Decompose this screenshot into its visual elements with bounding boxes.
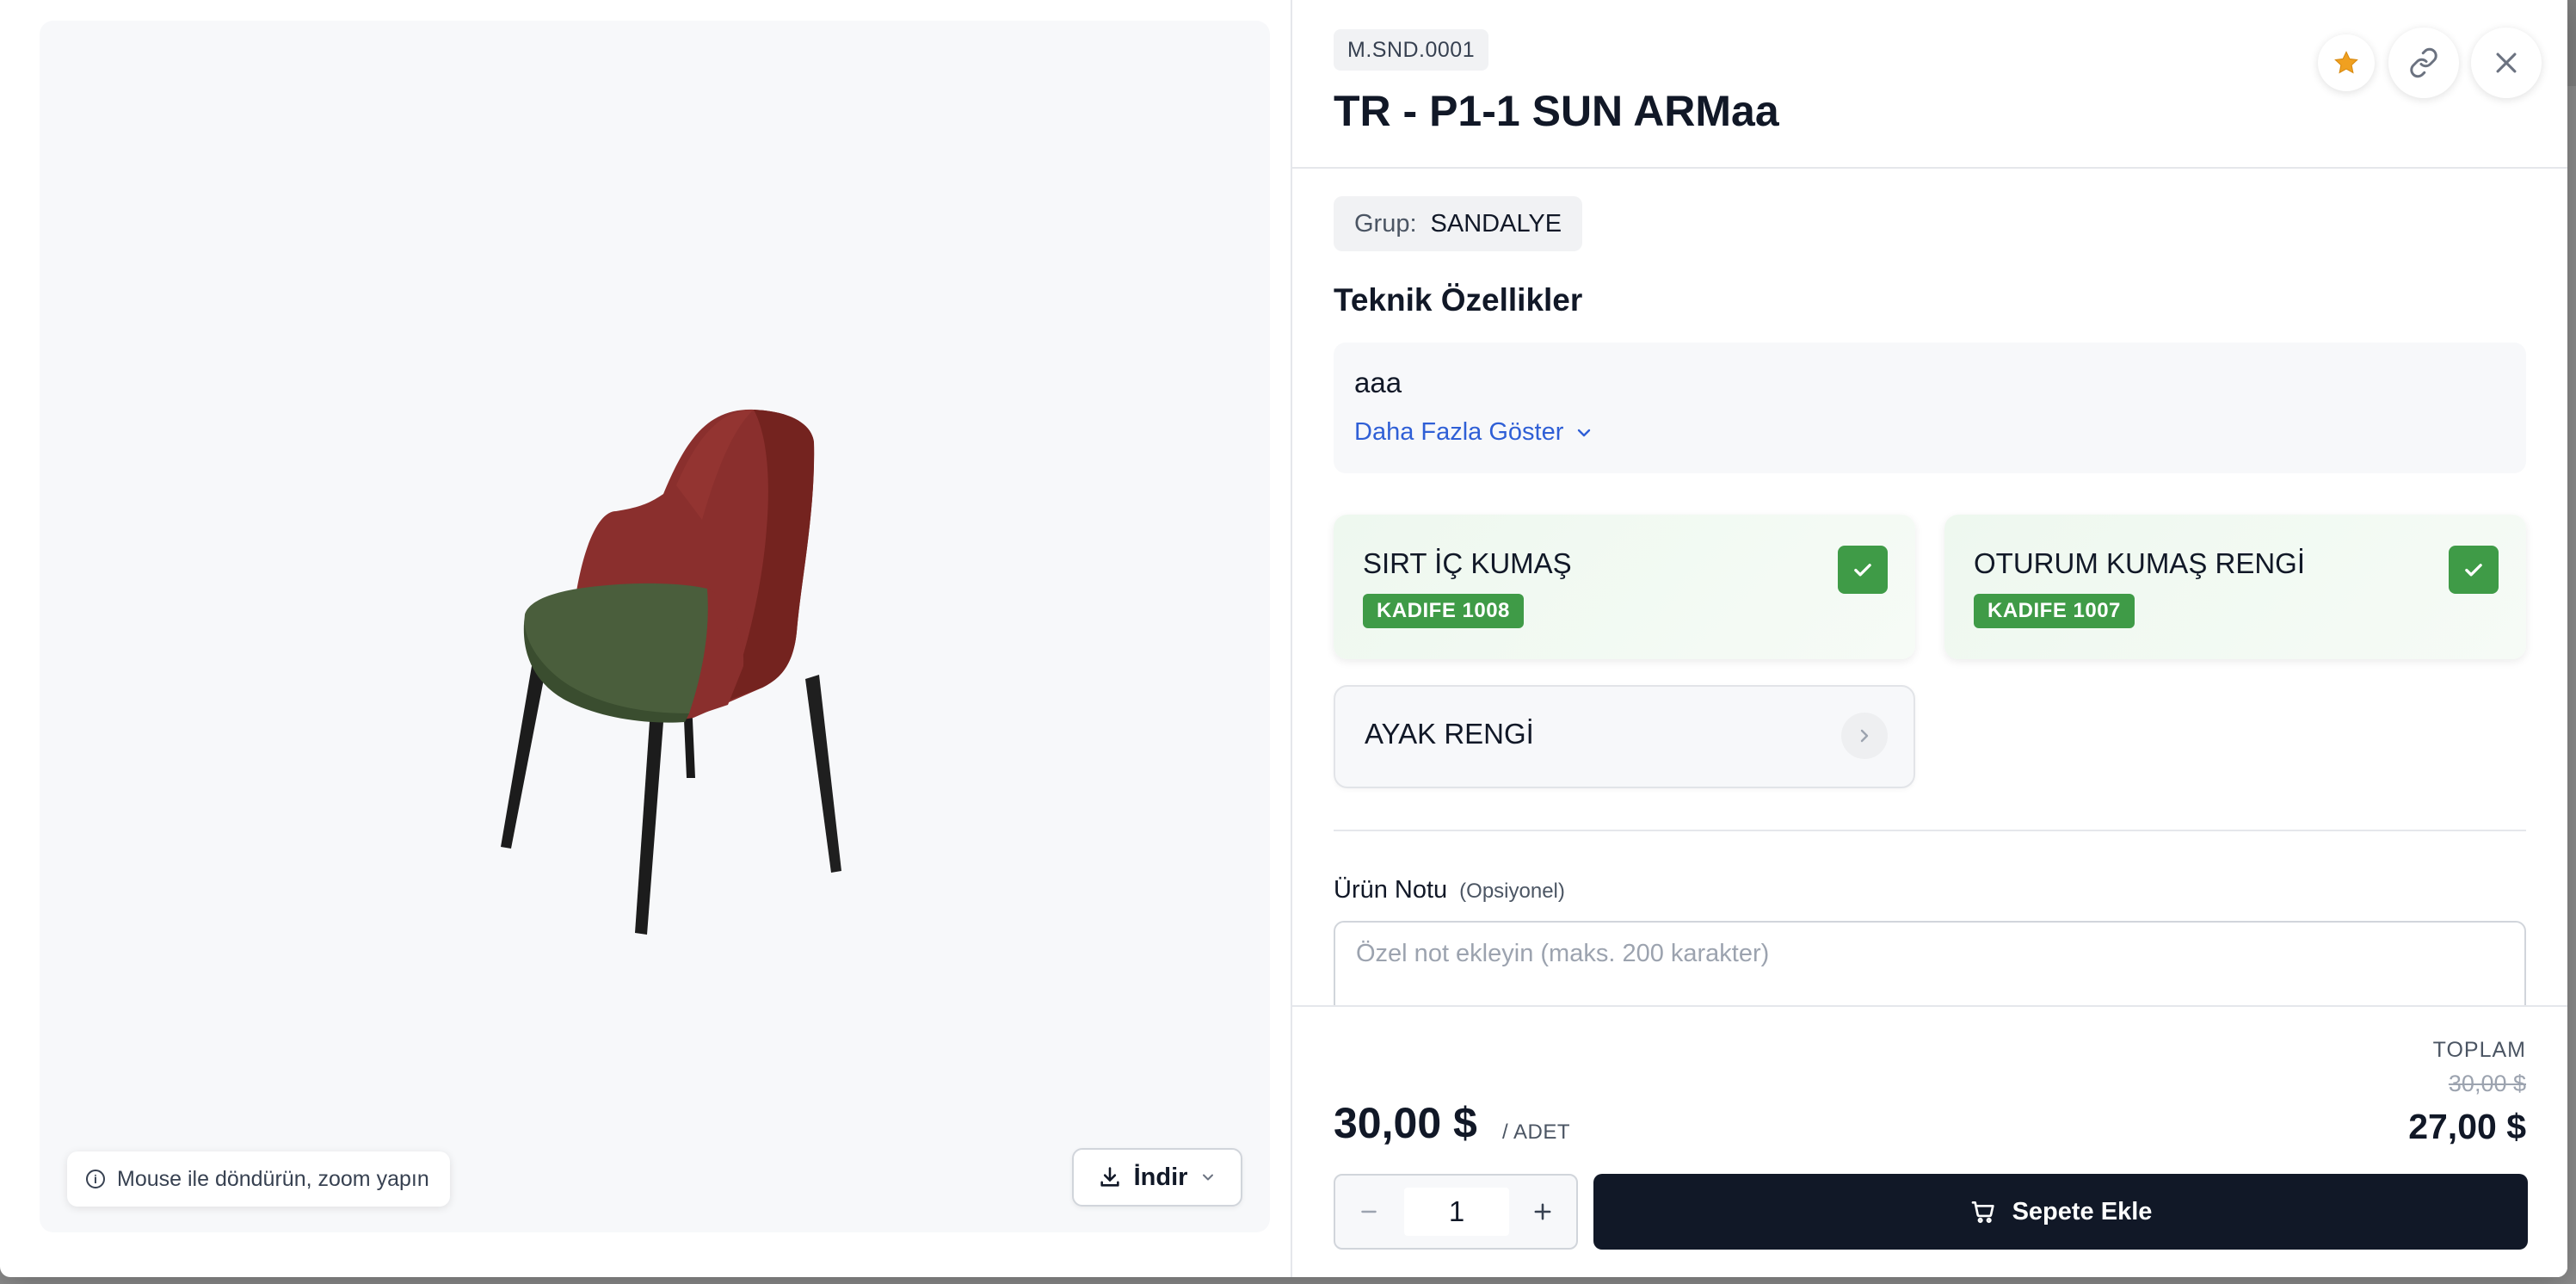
panel-header: M.SND.0001 TR - P1-1 SUN ARMaa <box>1292 0 2567 169</box>
option-selected-badge: KADIFE 1007 <box>1974 594 2135 628</box>
option-name: OTURUM KUMAŞ RENGİ <box>1974 547 2306 579</box>
download-icon <box>1100 1167 1119 1187</box>
unit-price: 30,00 $ <box>1334 1099 1477 1147</box>
link-icon <box>2410 47 2437 78</box>
group-chip: Grup: SANDALYE <box>1334 196 1583 251</box>
star-icon <box>2334 51 2358 74</box>
note-label-text: Ürün Notu <box>1334 876 1448 904</box>
check-icon <box>1838 546 1888 594</box>
total-discounted-price: 27,00 $ <box>2408 1107 2526 1146</box>
product-note-input[interactable] <box>1334 921 2526 1005</box>
plus-icon <box>1534 1203 1551 1220</box>
total-original-price: 30,00 $ <box>2448 1071 2526 1096</box>
specs-text: aaa <box>1354 367 1402 398</box>
option-name: SIRT İÇ KUMAŞ <box>1363 547 1572 579</box>
product-title: TR - P1-1 SUN ARMaa <box>1334 87 1779 135</box>
total-label: TOPLAM <box>2432 1038 2526 1062</box>
increase-quantity-button[interactable] <box>1509 1176 1576 1248</box>
option-card-oturum-kumas-rengi[interactable]: OTURUM KUMAŞ RENGİ KADIFE 1007 <box>1944 515 2526 659</box>
product-detail-modal: i Mouse ile döndürün, zoom yapın İndir M… <box>0 0 2567 1277</box>
minus-icon <box>1361 1210 1377 1213</box>
quantity-stepper <box>1334 1174 1578 1250</box>
details-scroll-area[interactable]: Grup: SANDALYE Teknik Özellikler aaa Dah… <box>1292 170 2567 1005</box>
download-button[interactable]: İndir <box>1072 1148 1242 1207</box>
group-value: SANDALYE <box>1430 209 1562 238</box>
specs-box: aaa Daha Fazla Göster <box>1334 343 2526 473</box>
option-card-ayak-rengi[interactable]: AYAK RENGİ <box>1334 685 1915 788</box>
viewer-hint-text: Mouse ile döndürün, zoom yapın <box>117 1166 429 1191</box>
specs-title: Teknik Özellikler <box>1334 282 1583 318</box>
note-optional-text: (Opsiyonel) <box>1459 880 1565 903</box>
sku-badge: M.SND.0001 <box>1334 29 1489 71</box>
viewer-hint: i Mouse ile döndürün, zoom yapın <box>67 1151 450 1207</box>
chevron-down-icon <box>1578 429 1591 436</box>
close-icon <box>2496 52 2517 73</box>
add-to-cart-label: Sepete Ekle <box>2012 1197 2153 1225</box>
decrease-quantity-button[interactable] <box>1335 1176 1402 1248</box>
quantity-input[interactable] <box>1404 1188 1509 1236</box>
3d-viewer[interactable]: i Mouse ile döndürün, zoom yapın İndir <box>40 21 1270 1232</box>
note-label: Ürün Notu (Opsiyonel) <box>1334 876 1565 904</box>
chevron-down-icon <box>1203 1174 1214 1181</box>
cart-icon <box>1971 1201 1994 1224</box>
option-card-sirt-ic-kumas[interactable]: SIRT İÇ KUMAŞ KADIFE 1008 <box>1334 515 1915 659</box>
copy-link-button[interactable] <box>2388 28 2459 98</box>
show-more-label: Daha Fazla Göster <box>1354 418 1564 446</box>
check-icon <box>2449 546 2499 594</box>
favorite-button[interactable] <box>2318 34 2375 91</box>
option-selected-badge: KADIFE 1008 <box>1363 594 1524 628</box>
info-icon: i <box>86 1170 105 1188</box>
product-details-panel: M.SND.0001 TR - P1-1 SUN ARMaa Grup: SAN… <box>1291 0 2567 1277</box>
download-label: İndir <box>1133 1163 1188 1191</box>
chevron-right-icon <box>1841 713 1888 759</box>
add-to-cart-button[interactable]: Sepete Ekle <box>1593 1174 2528 1250</box>
unit-label: / ADET <box>1502 1120 1571 1144</box>
chair-3d-model[interactable] <box>470 373 900 959</box>
close-button[interactable] <box>2471 28 2542 98</box>
option-name: AYAK RENGİ <box>1365 718 1534 750</box>
pricing-footer: 30,00 $ / ADET TOPLAM 30,00 $ 27,00 $ 1 … <box>1292 1005 2567 1277</box>
show-more-link[interactable]: Daha Fazla Göster <box>1354 418 1594 447</box>
group-label: Grup: <box>1354 209 1417 238</box>
divider <box>1334 830 2526 831</box>
